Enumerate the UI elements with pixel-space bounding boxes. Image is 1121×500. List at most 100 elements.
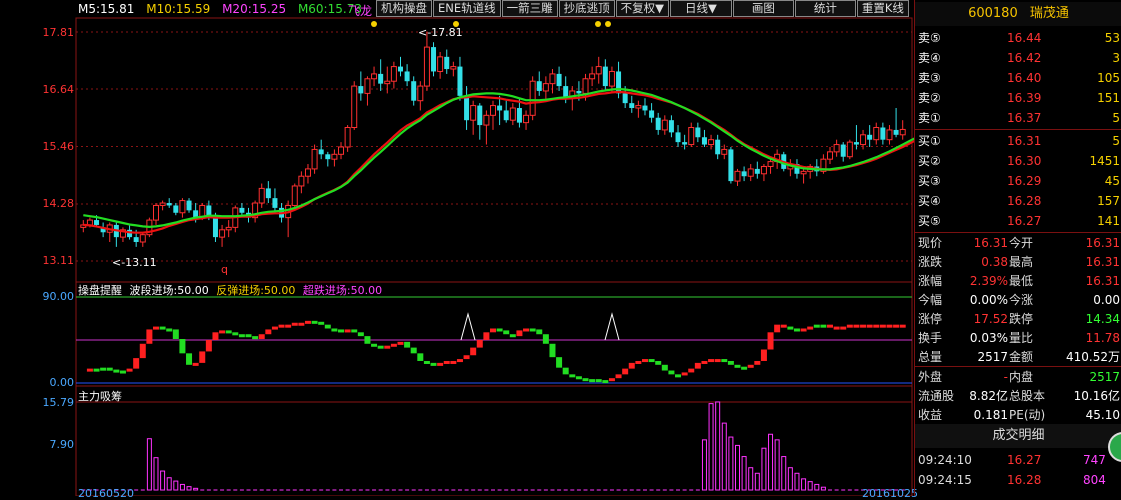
sell-level-3[interactable]: 卖③ 16.40 105 [915, 68, 1121, 88]
panel2-bar [318, 321, 325, 325]
panel2-bar [833, 326, 840, 330]
candle-body [304, 168, 311, 177]
candle-body [542, 83, 549, 92]
stat-label: PE(动) [1009, 408, 1046, 422]
candle-body [635, 105, 642, 109]
sell-level-1[interactable]: 卖① 16.37 5 [915, 108, 1121, 128]
trade-detail-header[interactable]: 成交明细 [915, 424, 1121, 448]
candle-body [886, 129, 893, 141]
panel2-bar [556, 357, 563, 368]
panel2-bar [265, 329, 272, 335]
candle-body [159, 202, 166, 206]
candle-body [166, 203, 172, 206]
sell-level-4[interactable]: 卖④ 16.42 3 [915, 48, 1121, 68]
stat-label: 跌停 [1009, 312, 1034, 326]
sell-level-volume: 105 [1097, 71, 1120, 85]
panel2-bar [351, 329, 358, 333]
trade-time: 09:24:10 [918, 453, 972, 467]
panel2-bar [126, 368, 133, 372]
sell-level-label: 卖② [918, 91, 941, 105]
stat-value: 16.31 [1085, 236, 1120, 250]
panel2-bar [827, 324, 834, 328]
panel2-bar [595, 379, 602, 383]
panel2-label-boduan: 波段进场:50.00 [129, 284, 209, 297]
candle-body [661, 119, 668, 131]
panel3-bar [708, 403, 714, 491]
toolbar-btn-yijian[interactable]: 一箭三雕 [501, 0, 558, 17]
panel2-bar [648, 359, 655, 363]
candle-body [404, 71, 410, 82]
candle-body [503, 110, 509, 121]
panel2-bar [212, 332, 219, 340]
buy-level-2[interactable]: 买② 16.30 1451 [915, 151, 1121, 171]
toolbar-btn-chaodi[interactable]: 抄底逃顶 [558, 0, 615, 17]
candle-body [827, 151, 834, 160]
panel2-bar [219, 330, 226, 334]
panel2-signal-mark [460, 312, 476, 341]
stat-row: 外盘 - 内盘 2517 [915, 367, 1121, 387]
buy-level-5[interactable]: 买⑤ 16.27 141 [915, 211, 1121, 231]
panel2-bar [655, 360, 662, 365]
panel3-layer [76, 401, 912, 491]
indicator-cut-label: 飞龙 [348, 4, 373, 18]
trade-volume: 747 [1083, 453, 1106, 467]
candle-body [318, 149, 324, 155]
toolbar-btn-period[interactable]: 日线▼ [669, 0, 732, 17]
buy-level-1[interactable]: 买① 16.31 5 [915, 131, 1121, 151]
candle-body [688, 126, 695, 146]
panel2-bar [628, 362, 635, 369]
panel2-bar [549, 343, 556, 358]
panel2-bar [186, 353, 193, 365]
candle-body [94, 220, 100, 225]
toolbar-btn-stats[interactable]: 统计 [794, 0, 856, 17]
panel2-bar [252, 336, 259, 340]
panel2-bar [146, 329, 153, 344]
stat-value: - [1003, 370, 1008, 384]
panel2-bar [159, 326, 166, 330]
chart-canvas[interactable] [0, 0, 914, 496]
panel2-bar [536, 329, 543, 335]
buy-level-volume: 157 [1097, 194, 1120, 208]
signal-dot [605, 21, 611, 27]
panel2-bar [298, 322, 305, 326]
panel2-bar [344, 329, 351, 333]
buy-level-4[interactable]: 买④ 16.28 157 [915, 191, 1121, 211]
buy-level-volume: 45 [1104, 174, 1120, 188]
price-tick-3: 15.46 [42, 140, 75, 153]
candle-body [258, 187, 265, 204]
panel2-bar [767, 332, 774, 350]
stat-label: 流通股 [918, 389, 955, 403]
buy-level-3[interactable]: 买③ 16.29 45 [915, 171, 1121, 191]
panel2-bar [410, 347, 417, 354]
toolbar-btn-jigou[interactable]: 机构操盘 [376, 0, 432, 17]
candle-body [173, 205, 179, 213]
buy-level-price: 16.29 [1007, 174, 1042, 188]
panel2-bar [437, 362, 444, 366]
candle-body [384, 80, 391, 85]
toolbar-btn-ene[interactable]: ENE轨道线 [433, 0, 501, 17]
panel3-bar [754, 472, 760, 491]
toolbar-btn-fuquan[interactable]: 不复权▼ [615, 0, 669, 17]
candle-body [728, 149, 734, 182]
panel3-bar [153, 457, 159, 491]
panel3-bar [794, 472, 800, 491]
candle-body [351, 85, 358, 128]
stat-label: 今幅 [918, 293, 943, 307]
buy-level-label: 买⑤ [918, 214, 941, 228]
panel3-bar [728, 436, 734, 491]
sell-level-2[interactable]: 卖② 16.39 151 [915, 88, 1121, 108]
panel2-bar [113, 369, 120, 373]
signal-dot [371, 21, 377, 27]
panel2-bar [589, 379, 596, 383]
panel2-bar [357, 332, 364, 337]
candle-body [754, 168, 760, 174]
panel2-bar [813, 324, 820, 328]
panel2-bar [582, 378, 589, 382]
candle-body [840, 144, 846, 157]
candle-body [675, 132, 681, 143]
toolbar-btn-draw[interactable]: 画图 [732, 0, 794, 17]
sell-level-5[interactable]: 卖⑤ 16.44 53 [915, 28, 1121, 48]
toolbar-btn-reset[interactable]: 重置K线 [856, 0, 909, 17]
kline-chart-area[interactable]: M5:15.81 M10:15.59 M20:15.25 M60:15.73 飞… [0, 0, 918, 500]
candle-body [523, 114, 530, 124]
